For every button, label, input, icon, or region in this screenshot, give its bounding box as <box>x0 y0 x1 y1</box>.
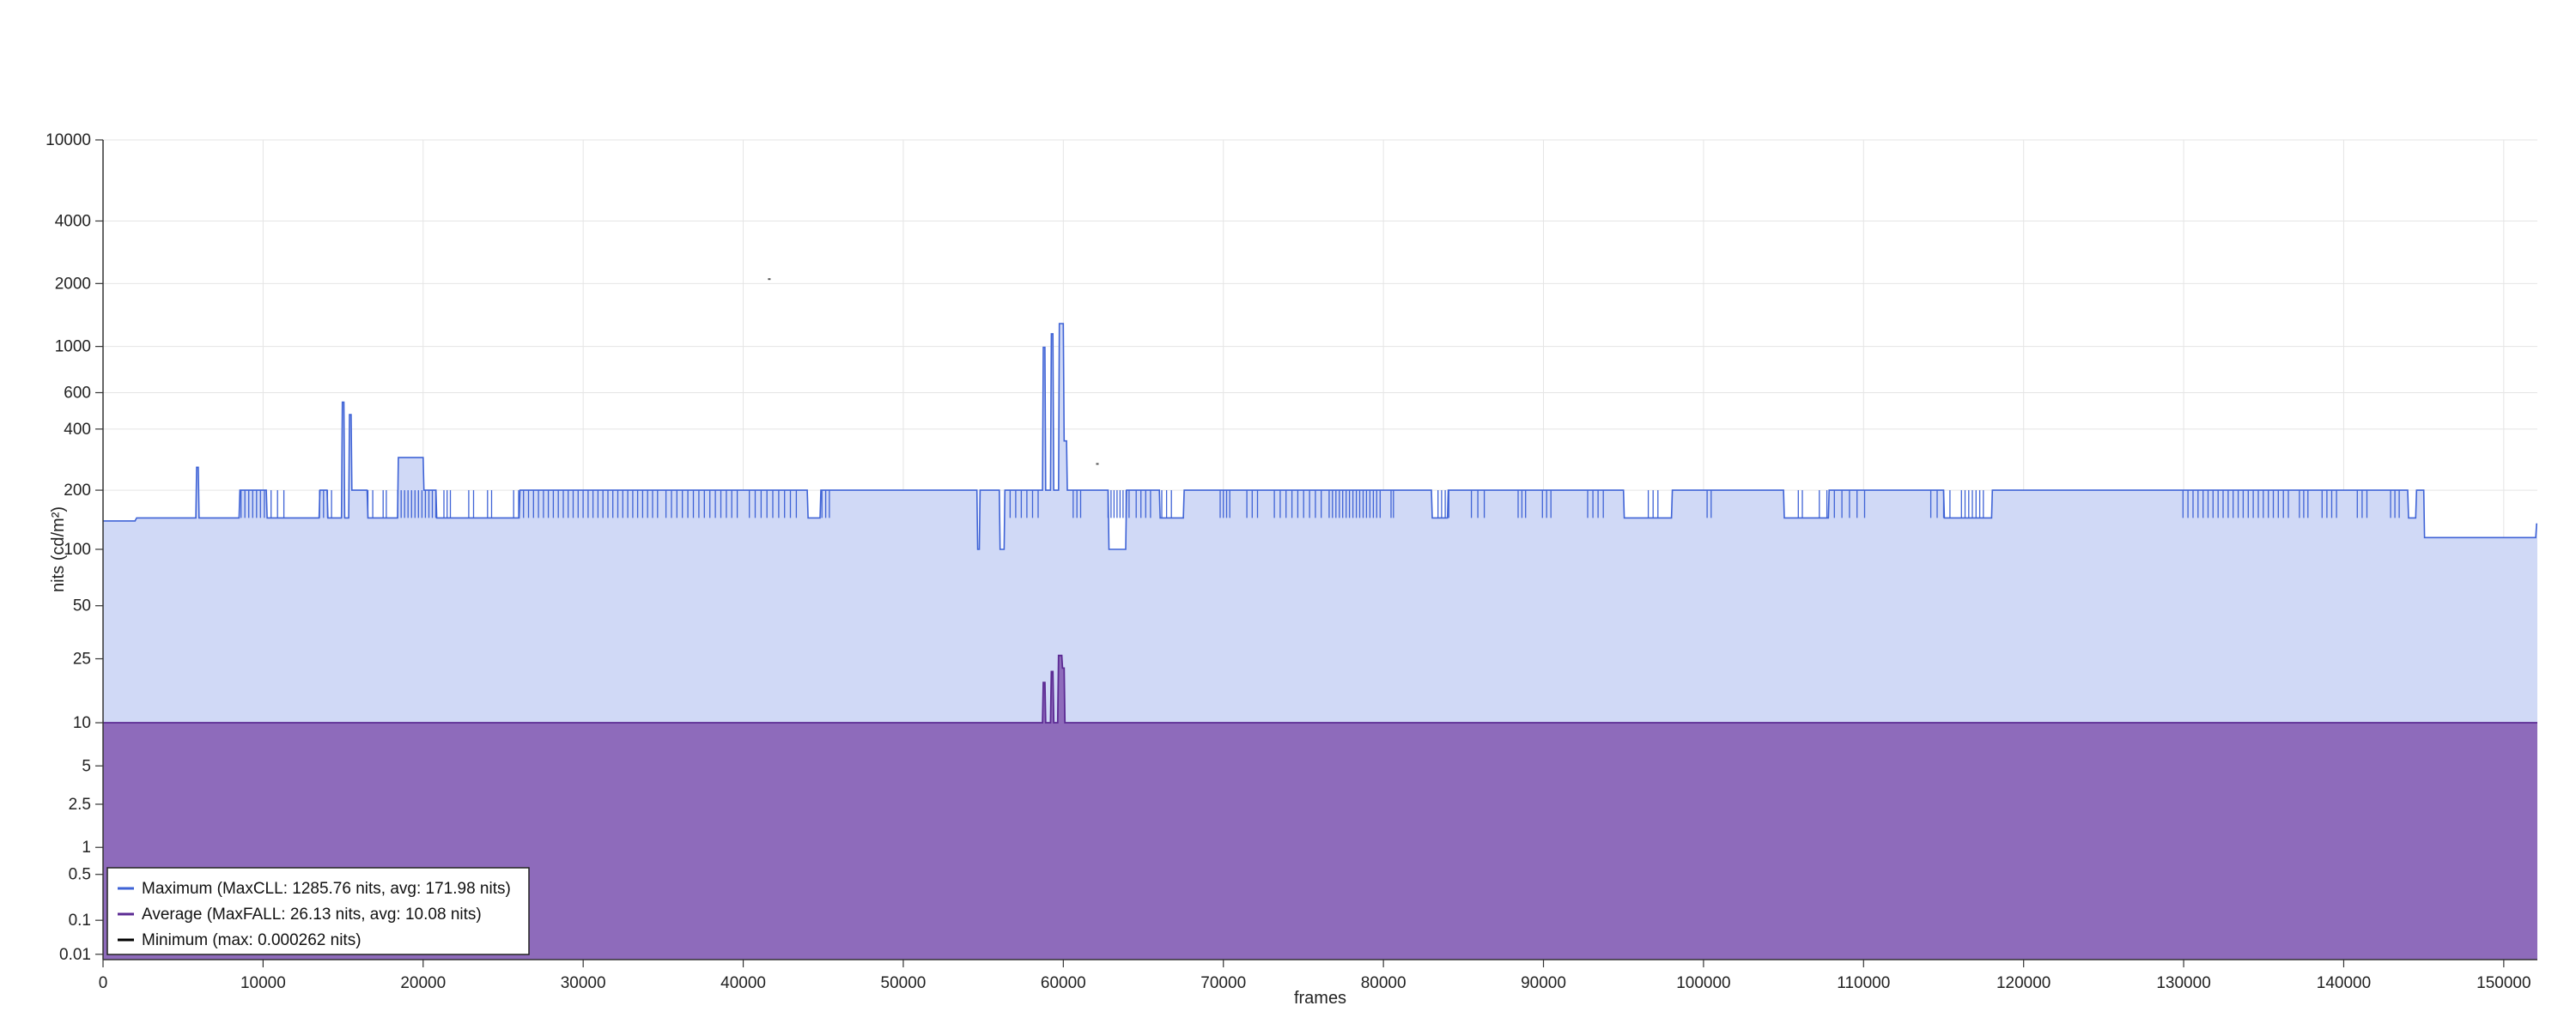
hdr-luminance-chart: 0 10000 20000 30000 40000 50000 60000 70000 8000… <box>0 0 2576 1030</box>
x-tick-label: 140000 <box>2317 974 2371 992</box>
x-tick-label: 100000 <box>1676 974 1730 992</box>
y-axis-title: nits (cd/m²) <box>49 506 68 592</box>
x-tick-label: 10000 <box>240 974 286 992</box>
y-tick-label: 10000 <box>46 131 91 149</box>
y-tick-label: 5 <box>82 757 91 775</box>
x-tick-label: 120000 <box>1996 974 2050 992</box>
x-tick-label: 130000 <box>2156 974 2210 992</box>
stray-point <box>768 278 771 281</box>
chart-canvas: 0 10000 20000 30000 40000 50000 60000 70000 8000… <box>46 131 2537 1008</box>
y-tick-label: 1 <box>82 839 91 857</box>
y-tick-label: 200 <box>64 482 91 500</box>
x-tick-label: 90000 <box>1521 974 1566 992</box>
x-axis-title: frames <box>1294 989 1346 1008</box>
legend-label: Average (MaxFALL: 26.13 nits, avg: 10.08… <box>142 906 482 924</box>
y-tick-label: 4000 <box>55 212 91 230</box>
x-tick-label: 70000 <box>1200 974 1246 992</box>
y-tick-label: 0.1 <box>69 912 91 930</box>
y-tick-label: 2.5 <box>69 796 91 814</box>
legend-label: Maximum (MaxCLL: 1285.76 nits, avg: 171.… <box>142 880 511 898</box>
x-tick-label: 80000 <box>1361 974 1406 992</box>
stray-point <box>1096 463 1099 465</box>
x-tick-label: 110000 <box>1837 974 1890 992</box>
y-tick-label: 600 <box>64 384 91 402</box>
y-tick-label: 50 <box>73 597 91 615</box>
y-tick-label: 10 <box>73 714 91 732</box>
plot-area <box>103 278 2537 960</box>
y-tick-label: 1000 <box>55 338 91 356</box>
y-tick-label: 2000 <box>55 275 91 293</box>
x-tick-label: 50000 <box>881 974 927 992</box>
x-tick-label: 30000 <box>561 974 606 992</box>
legend-label: Minimum (max: 0.000262 nits) <box>142 931 361 949</box>
x-tick-label: 20000 <box>400 974 446 992</box>
x-tick-label: 0 <box>99 974 108 992</box>
legend: Maximum (MaxCLL: 1285.76 nits, avg: 171.… <box>106 867 530 955</box>
x-tick-label: 60000 <box>1041 974 1086 992</box>
x-tick-label: 150000 <box>2476 974 2530 992</box>
y-tick-label: 100 <box>64 541 91 559</box>
y-tick-label: 25 <box>73 651 91 669</box>
x-tick-label: 40000 <box>720 974 766 992</box>
y-tick-label: 400 <box>64 421 91 439</box>
y-tick-label: 0.01 <box>59 946 91 964</box>
y-tick-label: 0.5 <box>69 866 91 884</box>
